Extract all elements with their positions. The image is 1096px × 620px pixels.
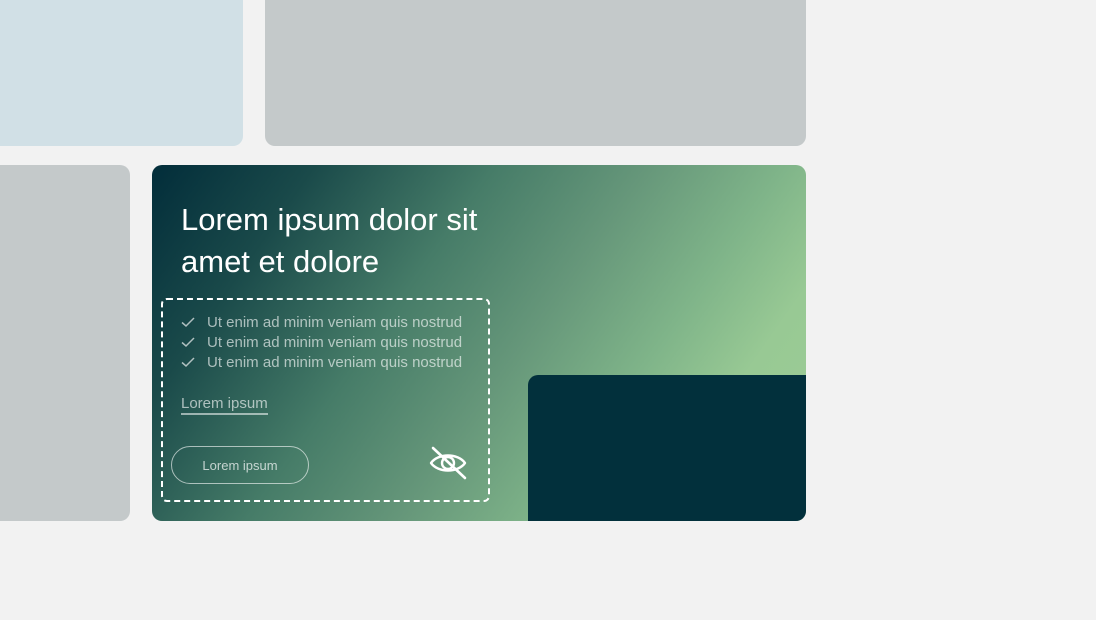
hero-card: Lorem ipsum dolor sit amet et dolore Ut …	[152, 165, 806, 521]
checklist-item-text: Ut enim ad minim veniam quis nostrud	[207, 313, 463, 331]
lorem-ipsum-link[interactable]: Lorem ipsum	[181, 395, 268, 415]
placeholder-tile-top	[265, 0, 806, 146]
canvas: Lorem ipsum dolor sit amet et dolore Ut …	[0, 0, 1096, 620]
eye-off-icon[interactable]	[428, 445, 468, 481]
checklist-item: Ut enim ad minim veniam quis nostrud	[181, 332, 462, 352]
hero-title-line-2: amet et dolore	[181, 244, 380, 279]
hidden-content-area: Ut enim ad minim veniam quis nostrud Ut …	[161, 298, 490, 502]
checklist-item-text: Ut enim ad minim veniam quis nostrud	[207, 353, 463, 371]
placeholder-tile-left	[0, 165, 130, 521]
checkmark-icon	[181, 317, 195, 328]
placeholder-tile-blue	[0, 0, 243, 146]
hero-title-line-1: Lorem ipsum dolor sit	[181, 202, 478, 237]
checkmark-icon	[181, 337, 195, 348]
checklist-item: Ut enim ad minim veniam quis nostrud	[181, 352, 462, 372]
checklist-item-text: Ut enim ad minim veniam quis nostrud	[207, 333, 463, 351]
checkmark-icon	[181, 357, 195, 368]
checklist: Ut enim ad minim veniam quis nostrud Ut …	[181, 312, 462, 372]
hero-title: Lorem ipsum dolor sit amet et dolore	[181, 199, 541, 283]
lorem-ipsum-button[interactable]: Lorem ipsum	[171, 446, 309, 484]
checklist-item: Ut enim ad minim veniam quis nostrud	[181, 312, 462, 332]
dark-image-block	[528, 375, 806, 521]
